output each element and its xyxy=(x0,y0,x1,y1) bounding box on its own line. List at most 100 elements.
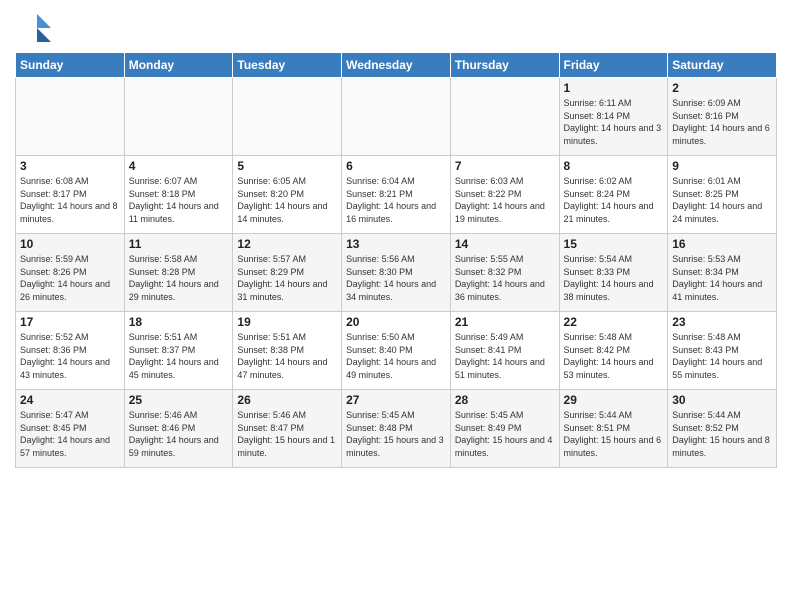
calendar-cell: 29 Sunrise: 5:44 AM Sunset: 8:51 PM Dayli… xyxy=(559,390,668,468)
day-info: Sunrise: 5:59 AM Sunset: 8:26 PM Dayligh… xyxy=(20,253,120,303)
day-number: 24 xyxy=(20,393,120,407)
day-number: 21 xyxy=(455,315,555,329)
day-number: 28 xyxy=(455,393,555,407)
calendar-cell xyxy=(450,78,559,156)
calendar-cell xyxy=(124,78,233,156)
day-number: 26 xyxy=(237,393,337,407)
day-number: 22 xyxy=(564,315,664,329)
day-info: Sunrise: 6:03 AM Sunset: 8:22 PM Dayligh… xyxy=(455,175,555,225)
calendar-cell: 3 Sunrise: 6:08 AM Sunset: 8:17 PM Daylig… xyxy=(16,156,125,234)
logo-icon xyxy=(15,10,51,46)
weekday-header-wednesday: Wednesday xyxy=(342,53,451,78)
calendar-cell: 17 Sunrise: 5:52 AM Sunset: 8:36 PM Dayli… xyxy=(16,312,125,390)
day-info: Sunrise: 5:56 AM Sunset: 8:30 PM Dayligh… xyxy=(346,253,446,303)
calendar-cell: 23 Sunrise: 5:48 AM Sunset: 8:43 PM Dayli… xyxy=(668,312,777,390)
weekday-header-monday: Monday xyxy=(124,53,233,78)
calendar-cell: 25Sunrise: 5:46 AM Sunset: 8:46 PM Dayli… xyxy=(124,390,233,468)
calendar-cell: 2 Sunrise: 6:09 AM Sunset: 8:16 PM Daylig… xyxy=(668,78,777,156)
calendar-cell xyxy=(16,78,125,156)
day-info: Sunrise: 5:51 AM Sunset: 8:38 PM Dayligh… xyxy=(237,331,337,381)
day-info: Sunrise: 6:11 AM Sunset: 8:14 PM Dayligh… xyxy=(564,97,664,147)
day-number: 12 xyxy=(237,237,337,251)
header xyxy=(15,10,777,46)
weekday-header-thursday: Thursday xyxy=(450,53,559,78)
calendar-week-2: 3 Sunrise: 6:08 AM Sunset: 8:17 PM Daylig… xyxy=(16,156,777,234)
day-number: 4 xyxy=(129,159,229,173)
weekday-row: SundayMondayTuesdayWednesdayThursdayFrid… xyxy=(16,53,777,78)
day-number: 3 xyxy=(20,159,120,173)
page-container: SundayMondayTuesdayWednesdayThursdayFrid… xyxy=(0,0,792,473)
day-info: Sunrise: 5:48 AM Sunset: 8:42 PM Dayligh… xyxy=(564,331,664,381)
weekday-header-tuesday: Tuesday xyxy=(233,53,342,78)
day-number: 1 xyxy=(564,81,664,95)
day-info: Sunrise: 5:51 AM Sunset: 8:37 PM Dayligh… xyxy=(129,331,229,381)
calendar-cell: 22 Sunrise: 5:48 AM Sunset: 8:42 PM Dayli… xyxy=(559,312,668,390)
calendar-week-3: 10 Sunrise: 5:59 AM Sunset: 8:26 PM Dayli… xyxy=(16,234,777,312)
day-info: Sunrise: 5:46 AM Sunset: 8:46 PM Dayligh… xyxy=(129,409,229,459)
day-number: 7 xyxy=(455,159,555,173)
day-info: Sunrise: 5:53 AM Sunset: 8:34 PM Dayligh… xyxy=(672,253,772,303)
calendar-cell: 19 Sunrise: 5:51 AM Sunset: 8:38 PM Dayli… xyxy=(233,312,342,390)
calendar-cell: 15Sunrise: 5:54 AM Sunset: 8:33 PM Dayli… xyxy=(559,234,668,312)
day-number: 18 xyxy=(129,315,229,329)
calendar-cell: 6 Sunrise: 6:04 AM Sunset: 8:21 PM Daylig… xyxy=(342,156,451,234)
calendar-cell: 1 Sunrise: 6:11 AM Sunset: 8:14 PM Daylig… xyxy=(559,78,668,156)
calendar-week-5: 24 Sunrise: 5:47 AM Sunset: 8:45 PM Dayli… xyxy=(16,390,777,468)
weekday-header-saturday: Saturday xyxy=(668,53,777,78)
calendar-table: SundayMondayTuesdayWednesdayThursdayFrid… xyxy=(15,52,777,468)
day-number: 20 xyxy=(346,315,446,329)
day-info: Sunrise: 6:09 AM Sunset: 8:16 PM Dayligh… xyxy=(672,97,772,147)
day-info: Sunrise: 5:45 AM Sunset: 8:48 PM Dayligh… xyxy=(346,409,446,459)
logo xyxy=(15,10,53,46)
day-info: Sunrise: 5:49 AM Sunset: 8:41 PM Dayligh… xyxy=(455,331,555,381)
calendar-cell: 28 Sunrise: 5:45 AM Sunset: 8:49 PM Dayli… xyxy=(450,390,559,468)
day-number: 10 xyxy=(20,237,120,251)
day-info: Sunrise: 5:52 AM Sunset: 8:36 PM Dayligh… xyxy=(20,331,120,381)
day-info: Sunrise: 6:07 AM Sunset: 8:18 PM Dayligh… xyxy=(129,175,229,225)
day-info: Sunrise: 5:54 AM Sunset: 8:33 PM Dayligh… xyxy=(564,253,664,303)
day-info: Sunrise: 5:44 AM Sunset: 8:51 PM Dayligh… xyxy=(564,409,664,459)
day-number: 2 xyxy=(672,81,772,95)
calendar-cell: 12 Sunrise: 5:57 AM Sunset: 8:29 PM Dayli… xyxy=(233,234,342,312)
day-info: Sunrise: 5:44 AM Sunset: 8:52 PM Dayligh… xyxy=(672,409,772,459)
day-info: Sunrise: 5:46 AM Sunset: 8:47 PM Dayligh… xyxy=(237,409,337,459)
day-info: Sunrise: 6:01 AM Sunset: 8:25 PM Dayligh… xyxy=(672,175,772,225)
day-number: 16 xyxy=(672,237,772,251)
day-info: Sunrise: 6:05 AM Sunset: 8:20 PM Dayligh… xyxy=(237,175,337,225)
calendar-cell: 7 Sunrise: 6:03 AM Sunset: 8:22 PM Daylig… xyxy=(450,156,559,234)
day-number: 19 xyxy=(237,315,337,329)
day-number: 29 xyxy=(564,393,664,407)
day-info: Sunrise: 5:48 AM Sunset: 8:43 PM Dayligh… xyxy=(672,331,772,381)
calendar-cell: 14Sunrise: 5:55 AM Sunset: 8:32 PM Dayli… xyxy=(450,234,559,312)
weekday-header-sunday: Sunday xyxy=(16,53,125,78)
day-number: 6 xyxy=(346,159,446,173)
day-info: Sunrise: 5:58 AM Sunset: 8:28 PM Dayligh… xyxy=(129,253,229,303)
day-number: 8 xyxy=(564,159,664,173)
calendar-cell: 5Sunrise: 6:05 AM Sunset: 8:20 PM Daylig… xyxy=(233,156,342,234)
day-number: 9 xyxy=(672,159,772,173)
calendar-header: SundayMondayTuesdayWednesdayThursdayFrid… xyxy=(16,53,777,78)
day-info: Sunrise: 5:57 AM Sunset: 8:29 PM Dayligh… xyxy=(237,253,337,303)
day-number: 23 xyxy=(672,315,772,329)
day-info: Sunrise: 5:45 AM Sunset: 8:49 PM Dayligh… xyxy=(455,409,555,459)
calendar-cell: 13 Sunrise: 5:56 AM Sunset: 8:30 PM Dayli… xyxy=(342,234,451,312)
calendar-cell: 11 Sunrise: 5:58 AM Sunset: 8:28 PM Dayli… xyxy=(124,234,233,312)
weekday-header-friday: Friday xyxy=(559,53,668,78)
day-number: 13 xyxy=(346,237,446,251)
calendar-week-1: 1 Sunrise: 6:11 AM Sunset: 8:14 PM Daylig… xyxy=(16,78,777,156)
calendar-body: 1 Sunrise: 6:11 AM Sunset: 8:14 PM Daylig… xyxy=(16,78,777,468)
calendar-cell: 16 Sunrise: 5:53 AM Sunset: 8:34 PM Dayli… xyxy=(668,234,777,312)
day-number: 11 xyxy=(129,237,229,251)
day-number: 30 xyxy=(672,393,772,407)
day-info: Sunrise: 6:04 AM Sunset: 8:21 PM Dayligh… xyxy=(346,175,446,225)
calendar-cell: 21 Sunrise: 5:49 AM Sunset: 8:41 PM Dayli… xyxy=(450,312,559,390)
calendar-cell: 10 Sunrise: 5:59 AM Sunset: 8:26 PM Dayli… xyxy=(16,234,125,312)
calendar-cell xyxy=(342,78,451,156)
calendar-week-4: 17 Sunrise: 5:52 AM Sunset: 8:36 PM Dayli… xyxy=(16,312,777,390)
day-info: Sunrise: 6:02 AM Sunset: 8:24 PM Dayligh… xyxy=(564,175,664,225)
calendar-cell: 8 Sunrise: 6:02 AM Sunset: 8:24 PM Daylig… xyxy=(559,156,668,234)
day-number: 17 xyxy=(20,315,120,329)
day-info: Sunrise: 6:08 AM Sunset: 8:17 PM Dayligh… xyxy=(20,175,120,225)
day-info: Sunrise: 5:47 AM Sunset: 8:45 PM Dayligh… xyxy=(20,409,120,459)
calendar-cell: 24 Sunrise: 5:47 AM Sunset: 8:45 PM Dayli… xyxy=(16,390,125,468)
